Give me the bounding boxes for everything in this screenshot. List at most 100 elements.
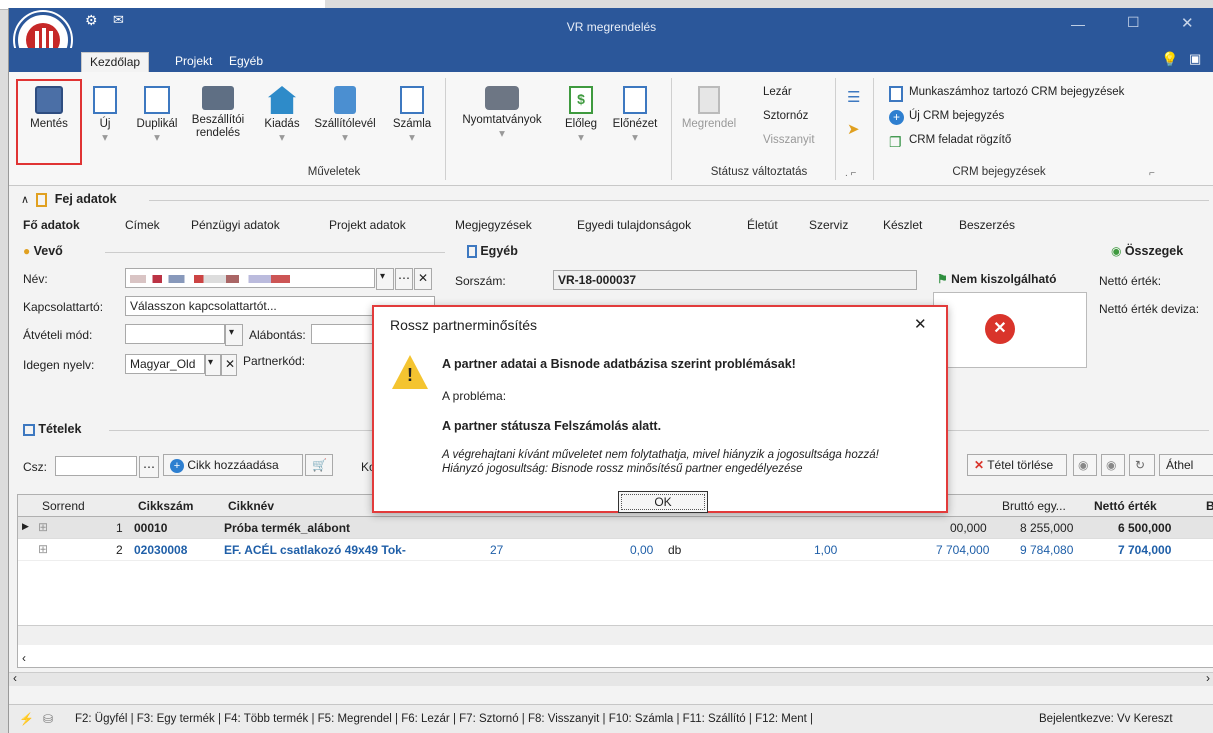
language-clear[interactable]: ✕: [221, 354, 237, 376]
dialog-problem: A partner státusza Felszámolás alatt.: [442, 419, 662, 433]
fej-adatok-header[interactable]: ∧ Fej adatok: [21, 192, 117, 207]
save-button[interactable]: Mentés: [19, 86, 79, 130]
cart-icon: 🛒: [312, 458, 327, 472]
dialog-close-icon[interactable]: ✕: [914, 315, 927, 333]
delete-x-icon: ✕: [974, 458, 985, 472]
items-grid: Sorrend Cikkszám Cikknév Bruttó egy... N…: [17, 494, 1213, 668]
name-dropdown-button[interactable]: ▾: [376, 268, 394, 290]
scroll-left-icon[interactable]: ‹: [22, 651, 26, 665]
scrollbar-right-arrow-icon[interactable]: ›: [1206, 671, 1210, 685]
tab-penzugyi[interactable]: Pénzügyi adatok: [191, 218, 280, 232]
name-clear-button[interactable]: ✕: [414, 268, 432, 290]
new-crm-entry-link[interactable]: Új CRM bejegyzés: [909, 110, 1004, 122]
tab-kezdolap[interactable]: Kezdőlap: [81, 52, 150, 72]
tab-beszerzes[interactable]: Beszerzés: [959, 218, 1015, 232]
refresh-button[interactable]: ↻: [1129, 454, 1155, 476]
tab-egyedi[interactable]: Egyedi tulajdonságok: [577, 218, 691, 232]
col-cikknev[interactable]: Cikknév: [224, 495, 384, 517]
tab-megjegyzesek[interactable]: Megjegyzések: [455, 218, 532, 232]
close-order-item[interactable]: Lezár: [763, 86, 792, 98]
fej-adatok-title: Fej adatok: [54, 192, 117, 206]
delivery-mode-field[interactable]: [125, 324, 225, 344]
collapse-chevron-icon[interactable]: ∧: [21, 194, 29, 206]
order-number-field[interactable]: VR-18-000037: [553, 270, 917, 290]
tab-fo-adatok[interactable]: Fő adatok: [23, 218, 80, 232]
crm-group-launcher-icon[interactable]: ⌐: [1149, 168, 1155, 179]
delivery-mode-dropdown[interactable]: ▾: [225, 324, 243, 346]
crm-task-link[interactable]: CRM feladat rögzítő: [909, 134, 1011, 146]
move-down-button[interactable]: ◉: [1101, 454, 1125, 476]
col-brutto-egy[interactable]: Bruttó egy...: [998, 495, 1088, 517]
dollar-document-icon: $: [569, 86, 593, 114]
preview-button[interactable]: Előnézet ▾: [607, 86, 663, 144]
minimize-icon[interactable]: —: [1071, 16, 1085, 32]
csz-input[interactable]: [55, 456, 137, 476]
dialog-title: Rossz partnerminősítés: [390, 317, 538, 333]
status-arrow-icon[interactable]: ☰: [847, 88, 860, 106]
header-tabs: Fő adatok Címek Pénzügyi adatok Projekt …: [9, 218, 1213, 238]
ok-button[interactable]: OK: [618, 491, 708, 513]
new-button[interactable]: Új ▾: [87, 86, 123, 144]
move-up-icon: ◉: [1078, 458, 1089, 472]
name-browse-button[interactable]: ⋯: [395, 268, 413, 290]
col-b[interactable]: B: [1202, 495, 1213, 517]
tab-eletut[interactable]: Életút: [747, 218, 778, 232]
storno-item[interactable]: Sztornóz: [763, 110, 808, 122]
title-bar: ⚙ ✉ VR megrendelés — ☐ ✕: [9, 8, 1213, 68]
printer-icon: [485, 86, 519, 110]
move-button[interactable]: Áthel: [1159, 454, 1213, 476]
delivery-note-button[interactable]: Szállítólevél ▾: [309, 86, 381, 144]
lightning-icon: ⚡: [19, 712, 34, 726]
invoice-button[interactable]: Számla ▾: [389, 86, 435, 144]
dialog-detail-1: A végrehajtani kívánt műveletet nem foly…: [442, 449, 879, 461]
scrollbar-left-arrow-icon[interactable]: ‹: [13, 671, 17, 685]
tetelek-header: Tételek: [23, 422, 81, 436]
col-cikkszam[interactable]: Cikkszám: [134, 495, 224, 517]
issue-button[interactable]: Kiadás ▾: [259, 86, 305, 144]
status-bar: ⚡ ⛁ F2: Ügyfél | F3: Egy termék | F4: Tö…: [9, 704, 1213, 733]
col-sorrend[interactable]: Sorrend: [38, 495, 134, 517]
alabontas-field[interactable]: [311, 324, 377, 344]
tab-projekt-adatok[interactable]: Projekt adatok: [329, 218, 406, 232]
duplicate-button[interactable]: Duplikál ▾: [129, 86, 185, 144]
language-field[interactable]: Magyar_Old: [125, 354, 205, 374]
lightbulb-icon[interactable]: 💡: [1161, 51, 1178, 68]
move-down-icon: ◉: [1106, 458, 1117, 472]
help-icon[interactable]: ▣: [1189, 51, 1201, 67]
partner-name-field[interactable]: [125, 268, 375, 288]
supplier-order-button[interactable]: Beszállítói rendelés: [187, 86, 249, 140]
delete-item-button[interactable]: ✕ Tétel törlése: [967, 454, 1067, 476]
shortcuts-text: F2: Ügyfél | F3: Egy termék | F4: Több t…: [75, 713, 814, 725]
order-button[interactable]: Megrendel: [677, 86, 741, 130]
crm-entries-link[interactable]: Munkaszámhoz tartozó CRM bejegyzések: [909, 86, 1124, 98]
reopen-item[interactable]: Visszanyit: [763, 134, 815, 146]
add-circle-icon: +: [889, 110, 904, 125]
close-icon[interactable]: ✕: [1181, 14, 1194, 32]
cart-button[interactable]: 🛒: [305, 454, 333, 476]
maximize-icon[interactable]: ☐: [1127, 14, 1140, 31]
language-dropdown[interactable]: ▾: [205, 354, 221, 376]
tab-cimek[interactable]: Címek: [125, 218, 160, 232]
ribbon-tabs: Kezdőlap Projekt Egyéb 💡 ▣: [9, 48, 1213, 72]
add-item-button[interactable]: + Cikk hozzáadása: [163, 454, 303, 476]
move-up-button[interactable]: ◉: [1073, 454, 1097, 476]
col-netto[interactable]: Nettó érték: [1090, 495, 1200, 517]
redacted-name: [130, 275, 290, 283]
crm-task-icon: ❐: [889, 134, 902, 150]
tab-egyeb[interactable]: Egyéb: [221, 52, 271, 72]
tab-keszlet[interactable]: Készlet: [883, 218, 922, 232]
csz-browse-button[interactable]: ⋯: [139, 456, 159, 478]
advance-button[interactable]: $ Előleg ▾: [559, 86, 603, 144]
warning-icon: !: [392, 355, 428, 389]
save-label: Mentés: [30, 118, 68, 130]
status-move-icon[interactable]: ➤: [847, 120, 860, 138]
print-forms-button[interactable]: Nyomtatványok ▾: [453, 86, 551, 140]
expand-icon[interactable]: ⊞: [38, 520, 48, 534]
tab-projekt[interactable]: Projekt: [167, 52, 220, 72]
egyeb-document-icon: [467, 245, 477, 259]
expand-icon[interactable]: ⊞: [38, 542, 48, 556]
vevo-title: Vevő: [33, 244, 63, 258]
group-muveletek: Műveletek: [307, 166, 361, 178]
tab-szerviz[interactable]: Szerviz: [809, 218, 848, 232]
horizontal-scrollbar[interactable]: ‹ ›: [9, 671, 1213, 686]
